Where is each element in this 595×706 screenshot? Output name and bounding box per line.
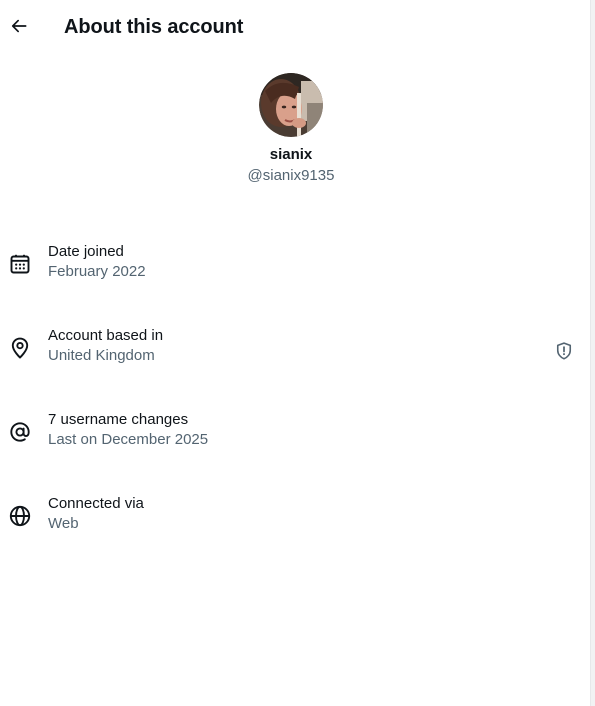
shield-alert-icon[interactable]: [554, 341, 574, 361]
date-joined-label: Date joined: [48, 243, 124, 260]
avatar[interactable]: [259, 73, 323, 137]
account-based-in-value: United Kingdom: [48, 347, 155, 364]
username-changes-label: 7 username changes: [48, 411, 189, 428]
arrow-left-icon: [9, 16, 29, 36]
calendar-icon: [8, 252, 32, 276]
username-handle: @sianix9135: [247, 167, 335, 184]
date-joined-value: February 2022: [48, 263, 146, 280]
back-button[interactable]: [4, 8, 34, 44]
display-name: sianix: [269, 146, 313, 163]
connected-via-value: Web: [48, 515, 79, 532]
username-changes-value: Last on December 2025: [48, 431, 209, 448]
scrollbar-track[interactable]: [590, 0, 595, 706]
connected-via-label: Connected via: [48, 495, 144, 512]
page-title: About this account: [64, 16, 244, 38]
account-based-in-label: Account based in: [48, 327, 164, 344]
info-row-date-joined: Date joined February 2022: [0, 236, 590, 296]
info-row-username-changes: 7 username changes Last on December 2025: [0, 404, 590, 464]
page-header: About this account: [0, 0, 590, 53]
at-sign-icon: [8, 420, 32, 444]
about-account-page: About this account sianix @sianix9135 Da…: [0, 0, 590, 706]
location-pin-icon: [8, 336, 32, 360]
info-row-account-based-in: Account based in United Kingdom: [0, 320, 590, 380]
info-row-connected-via: Connected via Web: [0, 488, 590, 548]
globe-icon: [8, 504, 32, 528]
